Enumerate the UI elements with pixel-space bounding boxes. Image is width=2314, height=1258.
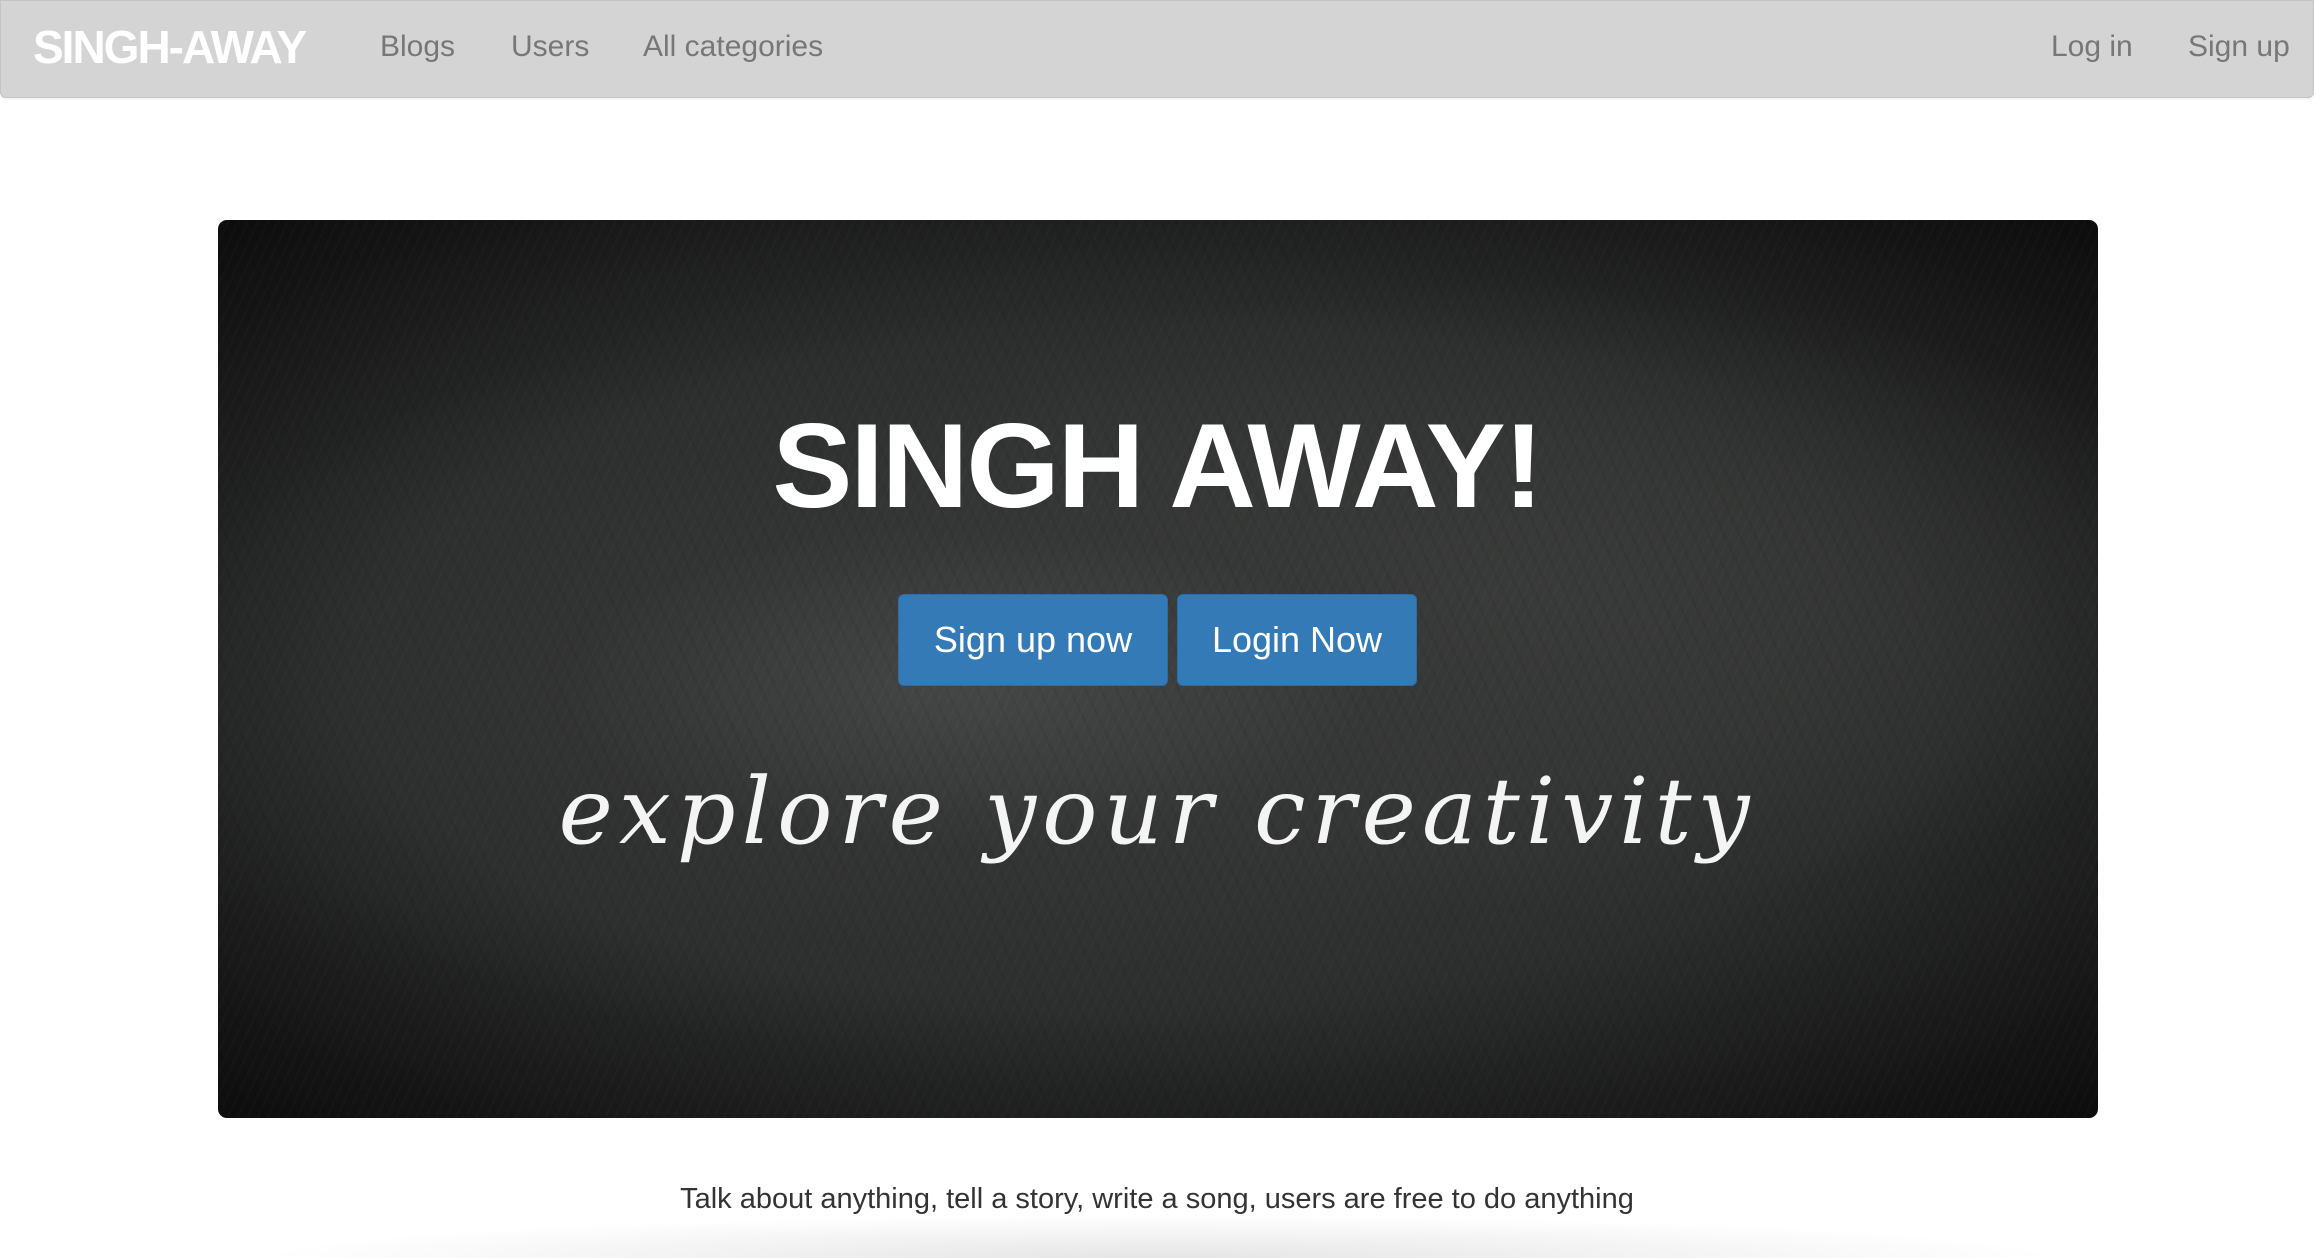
nav-link-users[interactable]: Users: [511, 29, 589, 65]
brand-logo-link[interactable]: SINGH-AWAY: [33, 19, 307, 75]
nav-link-blogs[interactable]: Blogs: [380, 29, 455, 65]
nav-link-log-in[interactable]: Log in: [2051, 29, 2133, 65]
nav-link-all-categories[interactable]: All categories: [643, 29, 823, 65]
nav-link-sign-up[interactable]: Sign up: [2188, 29, 2290, 65]
sign-up-now-button[interactable]: Sign up now: [898, 594, 1168, 686]
hero-title: SINGH AWAY!: [772, 399, 1543, 533]
intro-text: Talk about anything, tell a story, write…: [680, 1183, 1634, 1215]
hero-tagline: explore your creativity: [558, 758, 1756, 865]
top-navbar: SINGH-AWAY Blogs Users All categories Lo…: [0, 0, 2314, 98]
login-now-button[interactable]: Login Now: [1177, 594, 1417, 686]
